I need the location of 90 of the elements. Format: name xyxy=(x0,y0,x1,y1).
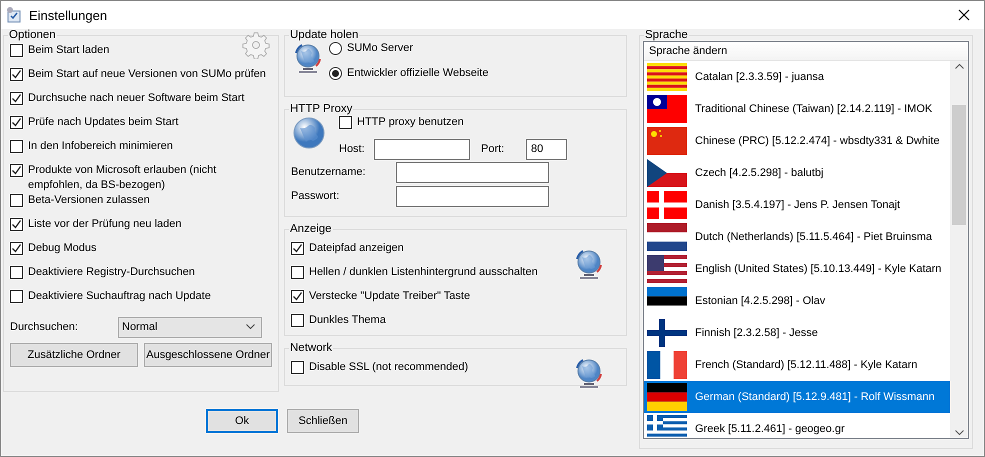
window-title: Einstellungen xyxy=(29,8,108,22)
scan-dropdown[interactable]: Normal xyxy=(118,316,262,338)
language-item[interactable]: Estonian [4.2.5.298] - Olav xyxy=(644,285,950,317)
language-item[interactable]: Finnish [2.3.2.58] - Jesse xyxy=(644,317,950,349)
checkbox[interactable] xyxy=(291,266,304,279)
checkbox-label: Disable SSL (not recommended) xyxy=(309,360,468,375)
language-item[interactable]: English (United States) [5.10.13.449] - Kyle Katarn xyxy=(644,253,950,285)
language-item[interactable]: Chinese (PRC) [5.12.2.474] - wbsdty331 & Dwhite xyxy=(644,125,950,157)
checkbox-label: Prüfe nach Updates beim Start xyxy=(28,115,178,130)
chevron-icon xyxy=(246,324,255,330)
checkbox[interactable] xyxy=(10,194,23,207)
password-field[interactable] xyxy=(396,186,549,206)
group-title: Anzeige xyxy=(289,223,333,235)
checkbox-label: Liste vor der Prüfung neu laden xyxy=(28,217,182,232)
port-field[interactable]: 80 xyxy=(526,138,567,160)
language-item[interactable]: Traditional Chinese (Taiwan) [2.14.2.119] - IMOK xyxy=(644,93,950,125)
checkbox[interactable] xyxy=(10,44,23,57)
checkbox[interactable] xyxy=(10,266,23,279)
checkbox[interactable] xyxy=(291,314,304,327)
checkbox[interactable] xyxy=(10,68,23,81)
flag-icon xyxy=(647,319,687,347)
folder-button[interactable]: Zusätzliche Ordner xyxy=(10,343,138,367)
checkbox-label: HTTP proxy benutzen xyxy=(357,115,464,130)
host-label: Host: xyxy=(339,142,366,156)
port-label: Port: xyxy=(481,142,506,156)
chevron-up-icon xyxy=(954,63,964,69)
password-label: Passwort: xyxy=(291,188,340,204)
checkbox-label: Dateipfad anzeigen xyxy=(309,241,404,256)
checkbox-label: Verstecke "Update Treiber" Taste xyxy=(309,289,470,304)
flag-icon xyxy=(647,159,687,187)
checkbox-label: Hellen / dunklen Listenhintergrund ausschalten xyxy=(309,265,538,280)
checkbox-label: Durchsuche nach neuer Software beim Start xyxy=(28,91,244,106)
scan-label: Durchsuchen: xyxy=(10,320,79,334)
group-title: Update holen xyxy=(289,29,360,41)
username-field[interactable] xyxy=(396,162,549,182)
checkbox-label: Deaktiviere Registry-Durchsuchen xyxy=(28,265,195,280)
checkbox[interactable] xyxy=(291,290,304,303)
checkbox[interactable] xyxy=(10,218,23,231)
checkbox[interactable] xyxy=(291,361,304,374)
chevron-down-icon xyxy=(954,430,964,436)
checkbox-label: Beim Start laden xyxy=(28,43,110,58)
checkbox-label: Deaktiviere Suchauftrag nach Update xyxy=(28,289,211,304)
language-item[interactable]: Greek [5.11.2.461] - geogeo.gr xyxy=(644,413,950,438)
checkbox[interactable] xyxy=(10,164,23,177)
globe-icon xyxy=(291,115,327,151)
checkbox-label: Beim Start auf neue Versionen von SUMo prüfen xyxy=(28,67,266,82)
scrollbar[interactable] xyxy=(950,61,968,438)
group-title: Optionen xyxy=(8,29,57,41)
close-icon xyxy=(958,9,970,21)
flag-icon xyxy=(647,383,687,411)
checkbox-label: In den Infobereich minimieren xyxy=(28,139,173,154)
radio-button[interactable] xyxy=(329,42,342,54)
gear-icon xyxy=(242,31,270,59)
checkbox[interactable] xyxy=(10,116,23,129)
scrollbar-thumb[interactable] xyxy=(952,104,966,224)
language-item[interactable]: Dutch (Netherlands) [5.11.5.464] - Piet Bruinsma xyxy=(644,221,950,253)
flag-icon xyxy=(647,95,687,123)
checkbox[interactable] xyxy=(339,116,352,129)
checkbox[interactable] xyxy=(10,290,23,303)
folder-button[interactable]: Ausgeschlossene Ordner xyxy=(144,343,272,367)
language-item[interactable]: Danish [3.5.4.197] - Jens P. Jensen Tonajt xyxy=(644,189,950,221)
group-title: HTTP Proxy xyxy=(289,103,354,115)
dialog-button[interactable]: Schließen xyxy=(287,409,359,433)
checkbox[interactable] xyxy=(10,92,23,105)
checkbox-label: Debug Modus xyxy=(28,241,96,256)
dialog-button[interactable]: Ok xyxy=(206,409,278,433)
flag-icon xyxy=(647,223,687,251)
host-field[interactable] xyxy=(374,138,470,160)
settings-app-icon xyxy=(5,6,23,24)
username-label: Benutzername: xyxy=(291,164,367,180)
group-title: Sprache xyxy=(644,29,689,41)
checkbox[interactable] xyxy=(10,242,23,255)
checkbox-label: Beta-Versionen zulassen xyxy=(28,193,150,208)
radio-label: Entwickler offizielle Webseite xyxy=(347,66,488,80)
language-item[interactable]: Catalan [2.3.3.59] - juansa xyxy=(644,61,950,93)
checkbox-label: Dunkles Thema xyxy=(309,313,386,328)
checkbox-label: Produkte von Microsoft erlauben (nicht empfohlen, da BS-bezogen) xyxy=(28,163,218,193)
language-item[interactable]: German (Standard) [5.12.9.481] - Rolf Wissmann xyxy=(644,381,950,413)
flag-icon xyxy=(647,63,687,91)
language-item[interactable]: French (Standard) [5.12.11.488] - Kyle Katarn xyxy=(644,349,950,381)
radio-button[interactable] xyxy=(329,66,342,80)
flag-icon xyxy=(647,191,687,219)
checkbox[interactable] xyxy=(291,242,304,255)
flag-icon xyxy=(647,255,687,283)
flag-icon xyxy=(647,351,687,379)
language-item[interactable]: Czech [4.2.5.298] - balutbj xyxy=(644,157,950,189)
checkbox[interactable] xyxy=(10,140,23,153)
radio-label: SUMo Server xyxy=(347,40,414,56)
group-title: Network xyxy=(289,342,334,354)
flag-icon xyxy=(647,127,687,155)
